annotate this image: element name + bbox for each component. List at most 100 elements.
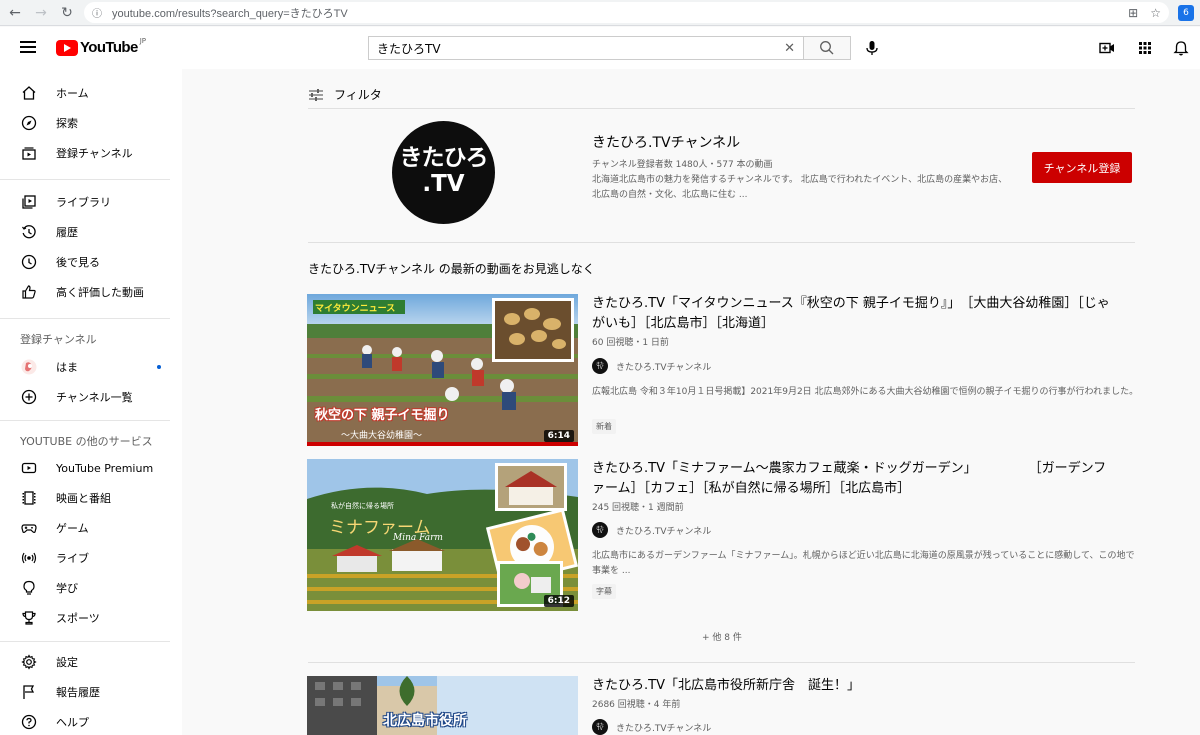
video-thumbnail[interactable]: 私が自然に帰る場所 ミナファーム Mina Farm 6:12 bbox=[307, 459, 578, 611]
voice-search-button[interactable] bbox=[860, 36, 884, 60]
home-icon bbox=[21, 85, 37, 101]
sidebar-item-label: 登録チャンネル bbox=[56, 147, 133, 160]
sidebar-item-report-history[interactable]: 報告履歴 bbox=[0, 677, 182, 707]
sidebar-item-label: 履歴 bbox=[56, 226, 78, 239]
create-video-icon[interactable] bbox=[1099, 40, 1115, 56]
sidebar-item-liked-videos[interactable]: 高く評価した動画 bbox=[0, 277, 182, 307]
compass-icon bbox=[21, 115, 37, 131]
video-title[interactable]: きたひろ.TV「マイタウンニュース『秋空の下 親子イモ掘り』」 ［大曲大谷幼稚園… bbox=[592, 294, 1112, 334]
sidebar-heading-more: YOUTUBE の他のサービス bbox=[20, 435, 153, 448]
video-channel-name: きたひろ.TVチャンネル bbox=[616, 526, 712, 537]
video-thumbnail[interactable]: マイタウンニュース 秋空の下 親子イモ掘り ～大曲大谷幼稚園～ 6:14 bbox=[307, 294, 578, 446]
sidebar-divider bbox=[0, 318, 170, 319]
video-duration: 6:12 bbox=[543, 595, 574, 607]
sidebar-item-label: 高く評価した動画 bbox=[56, 286, 144, 299]
sidebar-item-history[interactable]: 履歴 bbox=[0, 217, 182, 247]
channel-meta: チャンネル登録者数 1480人・577 本の動画 bbox=[592, 160, 773, 170]
sidebar-divider bbox=[0, 179, 170, 180]
sidebar-item-subscriptions[interactable]: 登録チャンネル bbox=[0, 138, 182, 168]
channel-mini-avatar: きた TV bbox=[592, 522, 608, 538]
channel-mini-avatar: きた TV bbox=[592, 358, 608, 374]
thumbnail-subcaption: ～大曲大谷幼稚園～ bbox=[341, 431, 423, 441]
sidebar-item-gaming[interactable]: ゲーム bbox=[0, 513, 182, 543]
thumbnail-caption: 秋空の下 親子イモ掘り bbox=[315, 408, 450, 423]
youtube-icon bbox=[21, 460, 37, 476]
sidebar-item-live[interactable]: ライブ bbox=[0, 543, 182, 573]
info-icon[interactable]: ⓘ bbox=[92, 5, 106, 20]
sidebar-item-label: YouTube Premium bbox=[56, 461, 154, 475]
search-input[interactable] bbox=[369, 41, 759, 55]
channel-mini-avatar: きた TV bbox=[592, 719, 608, 735]
sidebar-item-label: はま bbox=[56, 361, 78, 374]
bookmark-star-icon[interactable]: ☆ bbox=[1150, 6, 1161, 20]
sidebar-item-label: ゲーム bbox=[56, 522, 89, 535]
sidebar-item-label: 映画と番組 bbox=[56, 492, 111, 505]
forward-arrow-icon[interactable]: → bbox=[30, 2, 52, 24]
video-title[interactable]: きたひろ.TV「北広島市役所新庁舎 誕生！」 bbox=[592, 676, 1112, 696]
install-icon[interactable]: ⊞ bbox=[1128, 6, 1138, 20]
channel-avatar[interactable]: きたひろ .TV bbox=[392, 121, 495, 224]
microphone-icon bbox=[866, 41, 878, 55]
video-meta: 2686 回視聴・4 年前 bbox=[592, 700, 681, 710]
sidebar-item-help[interactable]: ヘルプ bbox=[0, 707, 182, 735]
video-channel[interactable]: きた TV きたひろ.TVチャンネル bbox=[592, 719, 711, 735]
sidebar-item-label: ライブ bbox=[56, 552, 89, 565]
sidebar-item-label: 学び bbox=[56, 582, 78, 595]
sidebar-item-explore[interactable]: 探索 bbox=[0, 108, 182, 138]
clear-icon[interactable]: ✕ bbox=[784, 41, 795, 56]
sidebar-item-learning[interactable]: 学び bbox=[0, 573, 182, 603]
youtube-logo[interactable]: YouTube JP bbox=[56, 36, 147, 56]
channel-description: 北海道北広島市の魅力を発信するチャンネルです。 北広島で行われたイベント、北広島… bbox=[592, 175, 1008, 200]
reload-icon[interactable]: ↻ bbox=[56, 2, 78, 24]
logo-region: JP bbox=[139, 36, 147, 45]
gamepad-icon bbox=[21, 520, 37, 536]
extension-icon[interactable]: 6 bbox=[1178, 5, 1194, 21]
sidebar-item-label: ライブラリ bbox=[56, 196, 111, 209]
sidebar-item-label: ホーム bbox=[56, 87, 89, 100]
youtube-header: YouTube JP ✕ bbox=[0, 27, 1200, 69]
search-box: ✕ bbox=[368, 36, 804, 60]
filter-label: フィルタ bbox=[334, 88, 382, 102]
filter-sliders-icon bbox=[309, 88, 323, 101]
show-more-link[interactable]: + 他 8 件 bbox=[702, 630, 742, 643]
sidebar-item-label: 設定 bbox=[56, 656, 78, 669]
sidebar-item-sports[interactable]: スポーツ bbox=[0, 603, 182, 633]
video-channel[interactable]: きた TV きたひろ.TVチャンネル bbox=[592, 522, 711, 538]
sidebar-item-browse-channels[interactable]: チャンネル一覧 bbox=[0, 382, 182, 412]
channel-avatar-icon bbox=[21, 359, 37, 375]
lightbulb-icon bbox=[21, 580, 37, 596]
sidebar-item-settings[interactable]: 設定 bbox=[0, 647, 182, 677]
thumbnail-tag: 私が自然に帰る場所 bbox=[331, 502, 394, 510]
video-badge: 新着 bbox=[592, 419, 616, 434]
video-thumbnail[interactable]: 北広島市役所 bbox=[307, 676, 578, 735]
search-button[interactable] bbox=[803, 36, 851, 60]
video-meta: 60 回視聴・1 日前 bbox=[592, 338, 669, 348]
gear-icon bbox=[21, 654, 37, 670]
sidebar-item-label: スポーツ bbox=[56, 612, 100, 625]
divider bbox=[308, 242, 1135, 243]
thumbs-up-icon bbox=[21, 284, 37, 300]
apps-grid-icon[interactable] bbox=[1137, 40, 1153, 56]
divider bbox=[308, 108, 1135, 109]
menu-icon[interactable] bbox=[20, 41, 36, 53]
channel-name[interactable]: きたひろ.TVチャンネル bbox=[592, 132, 740, 152]
sidebar-heading-subscriptions: 登録チャンネル bbox=[20, 333, 97, 346]
subscribe-button[interactable]: チャンネル登録 bbox=[1032, 152, 1132, 183]
sidebar-item-channel-hama[interactable]: はま bbox=[0, 352, 182, 382]
live-icon bbox=[21, 550, 37, 566]
thumbnail-image bbox=[307, 294, 578, 446]
notification-bell-icon[interactable] bbox=[1173, 40, 1189, 56]
sidebar-item-label: 探索 bbox=[56, 117, 78, 130]
sidebar-item-youtube-premium[interactable]: YouTube Premium bbox=[0, 453, 182, 483]
video-title[interactable]: きたひろ.TV「ミナファーム〜農家カフェ蔵楽・ドッグガーデン」 ［ガーデンファー… bbox=[592, 459, 1112, 499]
video-channel[interactable]: きた TV きたひろ.TVチャンネル bbox=[592, 358, 711, 374]
sidebar-item-watch-later[interactable]: 後で見る bbox=[0, 247, 182, 277]
back-arrow-icon[interactable]: ← bbox=[4, 2, 26, 24]
sidebar-item-movies[interactable]: 映画と番組 bbox=[0, 483, 182, 513]
sidebar-item-home[interactable]: ホーム bbox=[0, 78, 182, 108]
address-bar[interactable]: ⓘ youtube.com/results?search_query=きたひろT… bbox=[84, 2, 1169, 23]
help-icon bbox=[21, 714, 37, 730]
sidebar-item-library[interactable]: ライブラリ bbox=[0, 187, 182, 217]
thumbnail-caption: 北広島市役所 bbox=[383, 713, 467, 729]
filter-button[interactable]: フィルタ bbox=[308, 86, 382, 103]
